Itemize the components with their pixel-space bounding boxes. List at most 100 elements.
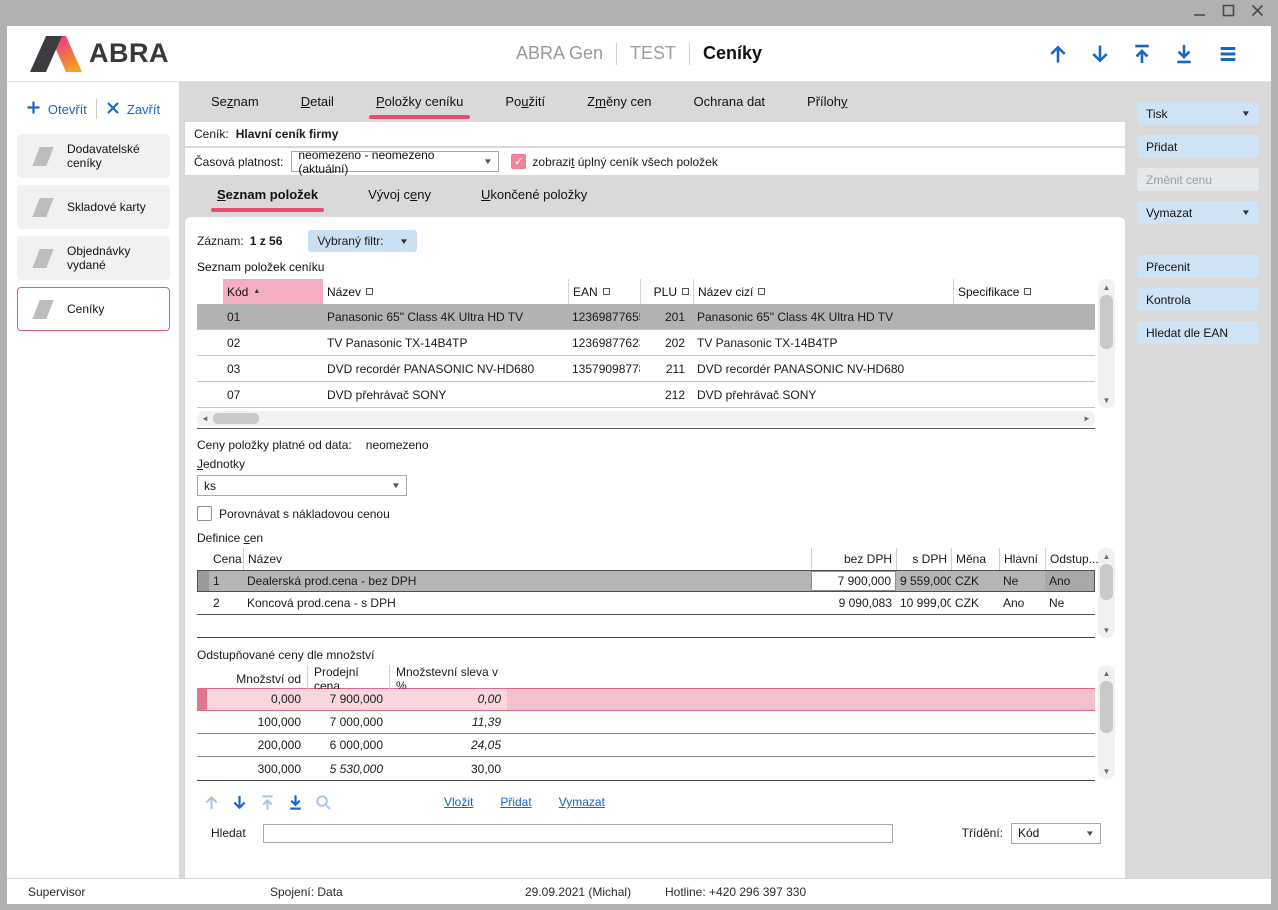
scroll-up-icon[interactable]: ▲ [1098,279,1115,295]
tab-seznam[interactable]: Seznam [211,84,259,121]
subtab-ukoncene-polozky[interactable]: Ukončené položky [481,177,587,215]
window-maximize-button[interactable] [1222,4,1235,17]
center-content: Seznam Detail Položky ceníku Použití Změ… [179,82,1131,878]
column-header-nazev-cizi[interactable]: Název cizí [693,279,953,304]
column-header-s-dph[interactable]: s DPH [896,548,951,570]
table-row[interactable]: 03 DVD recordér PANASONIC NV-HD680 13579… [197,356,1095,382]
scrollbar-thumb[interactable] [213,413,259,424]
show-full-pricelist-checkbox[interactable]: ✓ [511,154,526,169]
sub-tabbar: Seznam položek Vývoj ceny Ukončené polož… [185,175,1125,217]
subtab-seznam-polozek[interactable]: Seznam položek [217,177,318,215]
tab-prilohy[interactable]: Přílohy [807,84,847,121]
tab-detail[interactable]: Detail [301,84,334,121]
arrow-to-bottom-icon[interactable] [1173,43,1195,65]
scrollbar-thumb[interactable] [1100,564,1113,600]
move-to-top-icon[interactable] [259,794,276,811]
move-down-icon[interactable] [231,794,248,811]
menu-icon[interactable] [1215,43,1241,65]
move-to-bottom-icon[interactable] [287,794,304,811]
column-header-nazev[interactable]: Název [243,548,811,570]
show-full-pricelist-label: zobrazit úplný ceník všech položek [532,155,717,169]
quantity-prices-scrollbar[interactable]: ▲ ▼ [1098,665,1115,779]
column-header-kod[interactable]: Kód▲ [223,279,323,304]
add-button[interactable]: Přidat [1137,135,1259,158]
add-link[interactable]: Přidat [500,795,531,809]
statusbar: Supervisor Spojení: Data 29.09.2021 (Mic… [7,878,1271,904]
sidebar-item-dodavatelske-ceniky[interactable]: Dodavatelské ceníky [17,134,170,178]
scroll-up-icon[interactable]: ▲ [1098,548,1115,564]
delete-button[interactable]: Vymazat ▼ [1137,201,1259,224]
tab-zmeny-cen[interactable]: Změny cen [587,84,651,121]
compare-cost-checkbox[interactable] [197,506,212,521]
close-button[interactable]: Zavřít [106,101,160,118]
arrow-down-icon[interactable] [1089,43,1111,65]
price-definition-header: Cena Název bez DPH s DPH Měna Hlavní Ods… [197,548,1095,570]
items-vertical-scrollbar[interactable]: ▲ ▼ [1098,279,1115,408]
arrow-up-icon[interactable] [1047,43,1069,65]
price-edit-cell[interactable]: 7 900,000 [811,571,896,591]
items-panel: Záznam: 1 z 56 Vybraný filtr: ▼ Seznam p… [185,217,1125,878]
divider [96,99,97,119]
validity-select[interactable]: neomezeno - neomezeno (aktuální) ▼ [291,151,499,172]
app-name: ABRA Gen [516,43,603,64]
sidebar-item-ceniky[interactable]: Ceníky [17,287,170,331]
table-row[interactable]: 07 DVD přehrávač SONY 212 DVD přehrávač … [197,382,1095,408]
scrollbar-thumb[interactable] [1100,295,1113,349]
search-icon[interactable] [315,794,332,811]
search-input[interactable] [263,824,893,843]
sort-select[interactable]: Kód ▼ [1011,823,1101,844]
tab-ochrana-dat[interactable]: Ochrana dat [694,84,766,121]
print-button[interactable]: Tisk ▼ [1137,102,1259,125]
items-horizontal-scrollbar[interactable]: ◄ ► [197,411,1095,426]
table-row[interactable]: 0,000 7 900,000 0,00 [197,688,1095,711]
check-button[interactable]: Kontrola [1137,288,1259,311]
scrollbar-thumb[interactable] [1100,681,1113,733]
column-header-hlavni[interactable]: Hlavní [999,548,1045,570]
column-header-odstup[interactable]: Odstup... [1045,548,1095,570]
column-header-bez-dph[interactable]: bez DPH [811,548,896,570]
search-by-ean-button[interactable]: Hledat dle EAN [1137,321,1259,344]
filter-select[interactable]: Vybraný filtr: ▼ [308,230,416,252]
open-button[interactable]: Otevřít [26,100,87,118]
scroll-down-icon[interactable]: ▼ [1098,763,1115,779]
column-header-cena[interactable]: Cena [209,548,243,570]
scroll-right-icon[interactable]: ► [1079,414,1095,423]
table-row[interactable]: 02 TV Panasonic TX-14B4TP 123698776238 2… [197,330,1095,356]
units-select[interactable]: ks ▼ [197,475,407,496]
column-header-nazev[interactable]: Název [323,279,568,304]
window-close-button[interactable] [1251,4,1264,17]
window-minimize-button[interactable] [1193,4,1206,17]
delete-link[interactable]: Vymazat [559,795,605,809]
scroll-down-icon[interactable]: ▼ [1098,622,1115,638]
table-row[interactable]: 2 Koncová prod.cena - s DPH 9 090,083 10… [197,592,1095,614]
prices-valid-value: neomezeno [366,438,429,452]
table-row[interactable]: 300,000 5 530,000 30,00 [197,757,1095,780]
move-up-icon[interactable] [203,794,220,811]
insert-link[interactable]: Vložit [444,795,473,809]
chevron-down-icon: ▼ [398,237,408,246]
tab-pouziti[interactable]: Použití [505,84,545,121]
table-row[interactable]: 200,000 6 000,000 24,05 [197,734,1095,757]
scroll-up-icon[interactable]: ▲ [1098,665,1115,681]
column-header-ean[interactable]: EAN [568,279,640,304]
table-row[interactable]: 01 Panasonic 65" Class 4K Ultra HD TV 12… [197,304,1095,330]
app-header: ABRA ABRA Gen TEST Ceníky [7,26,1271,82]
arrow-to-top-icon[interactable] [1131,43,1153,65]
column-config-icon [682,288,689,295]
column-header-mena[interactable]: Měna [951,548,999,570]
reprice-button[interactable]: Přecenit [1137,255,1259,278]
price-definition-scrollbar[interactable]: ▲ ▼ [1098,548,1115,638]
sidebar-item-objednavky-vydane[interactable]: Objednávky vydané [17,236,170,280]
status-user: Supervisor [28,885,85,899]
column-header-plu[interactable]: PLU [640,279,693,304]
table-row[interactable]: 100,000 7 000,000 11,39 [197,711,1095,734]
scroll-left-icon[interactable]: ◄ [197,414,213,423]
subtab-vyvoj-ceny[interactable]: Vývoj ceny [368,177,431,215]
tab-polozky-ceniku[interactable]: Položky ceníku [376,84,463,121]
sidebar-item-skladove-karty[interactable]: Skladové karty [17,185,170,229]
record-navigation [1047,43,1241,65]
column-header-specifikace[interactable]: Specifikace [953,279,1095,304]
table-row[interactable]: 1 Dealerská prod.cena - bez DPH 7 900,00… [197,570,1095,592]
chevron-down-icon: ▼ [1241,208,1251,217]
scroll-down-icon[interactable]: ▼ [1098,392,1115,408]
